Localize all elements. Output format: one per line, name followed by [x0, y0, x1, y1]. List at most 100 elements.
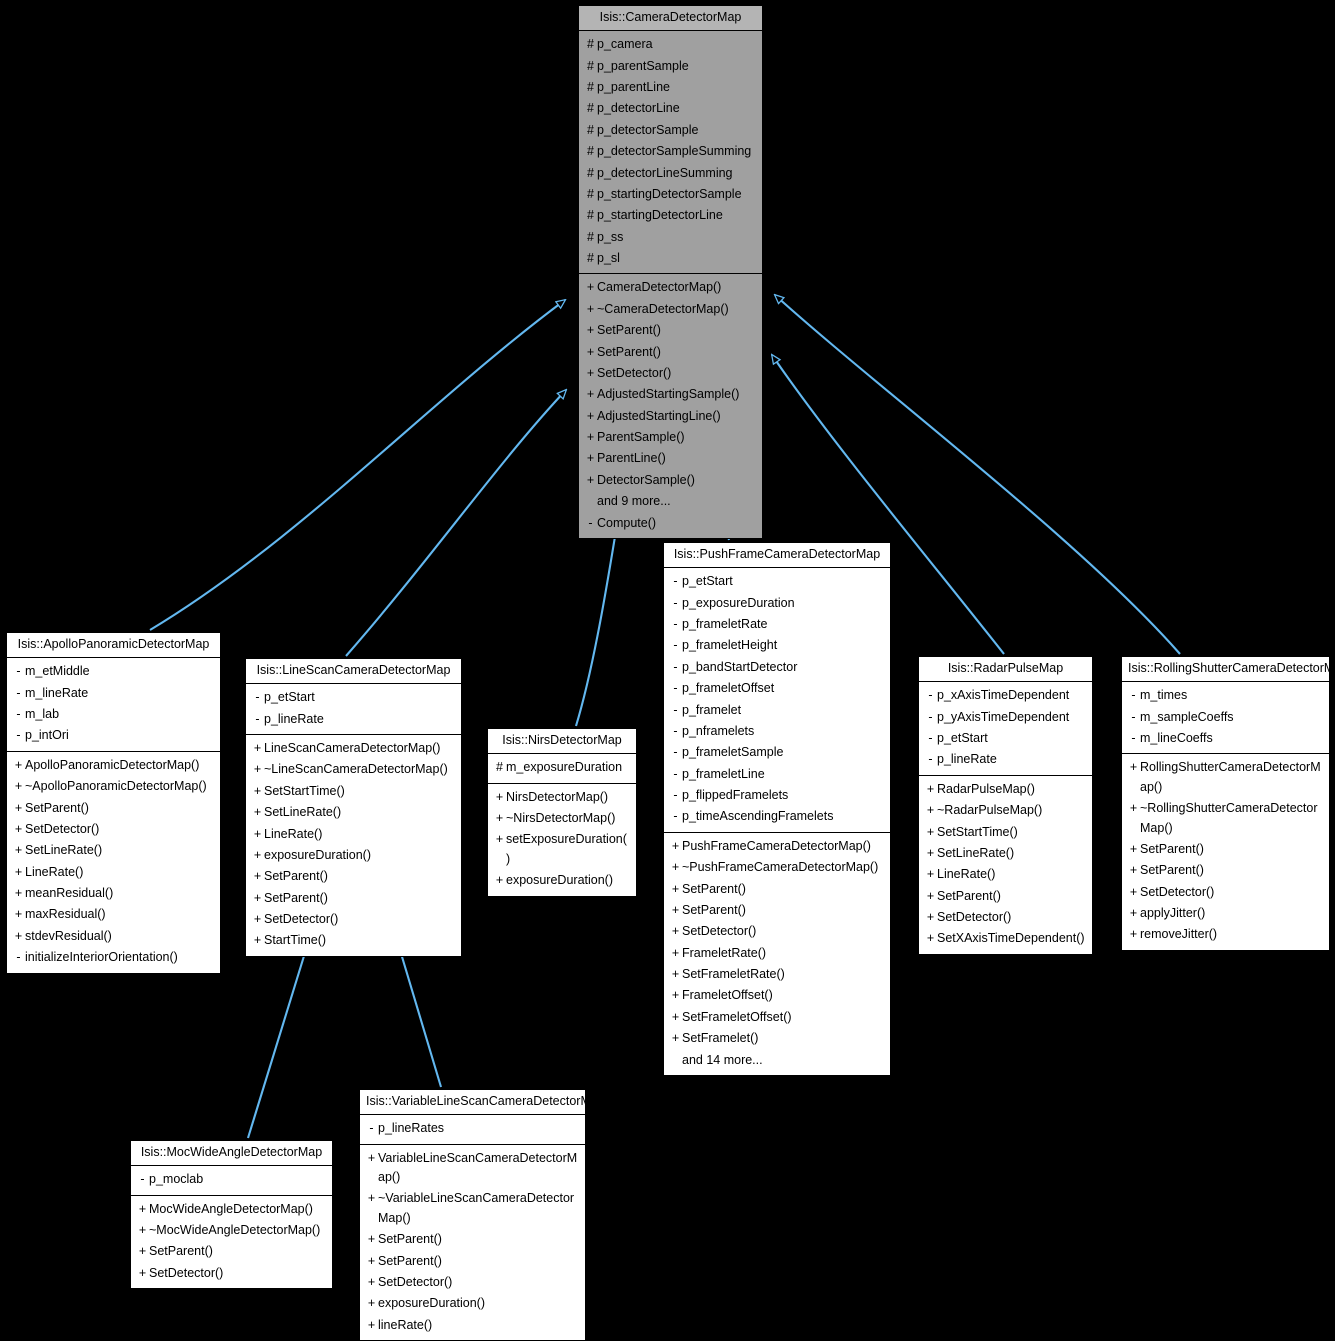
- method-name: ApolloPanoramicDetectorMap(): [25, 757, 200, 772]
- class-method-row: + CameraDetectorMap(): [579, 277, 762, 298]
- class-attributes-section: - m_times - m_sampleCoeffs - m_lineCoeffs: [1122, 682, 1329, 755]
- class-title[interactable]: Isis::ApolloPanoramicDetectorMap: [7, 633, 220, 659]
- class-attribute-row: - m_times: [1122, 685, 1329, 706]
- uml-class-radar-pulse-map[interactable]: Isis::RadarPulseMap - p_xAxisTimeDependent…: [918, 656, 1093, 955]
- class-method-row: + LineRate(): [246, 824, 461, 845]
- attribute-name: p_detectorSample: [597, 122, 699, 137]
- visibility-marker: -: [16, 707, 21, 721]
- method-name: MocWideAngleDetectorMap(): [149, 1201, 313, 1216]
- class-attribute-row: - p_etStart: [246, 687, 461, 708]
- class-methods-section: + MocWideAngleDetectorMap() + ~MocWideAngle…: [131, 1196, 332, 1289]
- attribute-name: p_detectorLine: [597, 101, 680, 116]
- class-title[interactable]: Isis::NirsDetectorMap: [488, 729, 636, 755]
- uml-class-variable-line-scan-camera-detector-map[interactable]: Isis::VariableLineScanCameraDetectorMap -…: [359, 1089, 605, 1341]
- visibility-marker: +: [138, 1265, 147, 1280]
- visibility-marker: #: [587, 208, 594, 223]
- class-methods-section: + ApolloPanoramicDetectorMap() + ~ApolloPan…: [7, 752, 220, 973]
- visibility-marker: +: [1129, 927, 1138, 942]
- visibility-marker: +: [138, 1223, 147, 1237]
- method-name: ~MocWideAngleDetectorMap(): [149, 1223, 321, 1237]
- visibility-marker: -: [16, 728, 21, 743]
- class-title[interactable]: Isis::LineScanCameraDetectorMap: [246, 659, 461, 685]
- visibility-marker: -: [673, 574, 678, 589]
- class-attribute-row: - p_lineRate: [246, 709, 461, 730]
- class-method-row: + StartTime(): [246, 930, 461, 951]
- method-name: AdjustedStartingLine(): [597, 408, 721, 423]
- attribute-name: m_exposureDuration: [506, 760, 623, 775]
- class-method-row: + ParentLine(): [579, 448, 762, 469]
- class-title[interactable]: Isis::RadarPulseMap: [919, 657, 1092, 683]
- visibility-marker: -: [673, 723, 678, 738]
- class-methods-section: + VariableLineScanCameraDetectorMap() + ~Va…: [360, 1145, 585, 1340]
- class-method-row: + lineRate(): [360, 1315, 585, 1336]
- class-title[interactable]: Isis::MocWideAngleDetectorMap: [131, 1141, 332, 1167]
- visibility-marker: #: [587, 144, 594, 159]
- class-title[interactable]: Isis::CameraDetectorMap: [579, 6, 762, 32]
- class-method-row: + SetLineRate(): [246, 802, 461, 823]
- uml-class-nirs-detector-map[interactable]: Isis::NirsDetectorMap # m_exposureDuration…: [487, 728, 637, 897]
- visibility-marker: +: [14, 757, 23, 772]
- class-title[interactable]: Isis::VariableLineScanCameraDetectorMap: [360, 1090, 605, 1116]
- class-methods-section: + CameraDetectorMap() + ~CameraDetectorMap(…: [579, 274, 762, 538]
- attribute-name: p_lineRate: [937, 752, 997, 767]
- class-attribute-row: - p_lineRate: [919, 749, 1092, 770]
- uml-class-camera-detector-map[interactable]: Isis::CameraDetectorMap # p_camera # p_paren…: [578, 5, 763, 539]
- visibility-marker: +: [253, 783, 262, 798]
- class-method-row: + RadarPulseMap(): [919, 779, 1092, 800]
- method-name: AdjustedStartingSample(): [597, 387, 740, 402]
- class-method-row: + ~RadarPulseMap(): [919, 800, 1092, 821]
- method-name: stdevResidual(): [25, 928, 112, 943]
- visibility-marker: +: [671, 860, 680, 875]
- class-method-row: + ~MocWideAngleDetectorMap(): [131, 1220, 332, 1241]
- class-attribute-row: - p_frameletLine: [664, 764, 890, 785]
- method-name: ~LineScanCameraDetectorMap(): [264, 762, 448, 777]
- class-method-row: + FrameletRate(): [664, 943, 890, 964]
- attribute-name: m_lineRate: [25, 685, 89, 700]
- class-method-row: + ParentSample(): [579, 427, 762, 448]
- class-attribute-row: - m_lineRate: [7, 683, 220, 704]
- visibility-marker: #: [587, 251, 594, 265]
- attribute-name: m_times: [1140, 688, 1188, 703]
- class-attribute-row: - p_etStart: [664, 571, 890, 592]
- attribute-name: p_frameletHeight: [682, 638, 778, 653]
- class-title[interactable]: Isis::RollingShutterCameraDetectorMap: [1122, 657, 1335, 683]
- class-title[interactable]: Isis::PushFrameCameraDetectorMap: [664, 543, 890, 569]
- attribute-name: p_lineRates: [378, 1121, 445, 1136]
- class-method-row: + ~PushFrameCameraDetectorMap(): [664, 857, 890, 878]
- class-method-row: + SetParent(): [7, 798, 220, 819]
- class-method-row: - Compute(): [579, 513, 762, 534]
- uml-class-push-frame-camera-detector-map[interactable]: Isis::PushFrameCameraDetectorMap - p_etSta…: [663, 542, 891, 1076]
- visibility-marker: +: [253, 890, 262, 905]
- visibility-marker: +: [926, 910, 935, 924]
- class-method-row: + PushFrameCameraDetectorMap(): [664, 836, 890, 857]
- visibility-marker: +: [586, 451, 595, 466]
- method-name: NirsDetectorMap(): [506, 789, 609, 804]
- attribute-name: p_frameletRate: [682, 617, 768, 631]
- visibility-marker: -: [673, 809, 678, 824]
- class-method-row: + SetStartTime(): [246, 781, 461, 802]
- class-attribute-row: - p_framelet: [664, 700, 890, 721]
- attribute-name: p_nframelets: [682, 723, 755, 738]
- class-method-row: + SetDetector(): [246, 909, 461, 930]
- uml-class-moc-wide-angle-detector-map[interactable]: Isis::MocWideAngleDetectorMap - p_moclab + M…: [130, 1140, 333, 1290]
- uml-class-apollo-panoramic-detector-map[interactable]: Isis::ApolloPanoramicDetectorMap - m_etMid…: [6, 632, 221, 974]
- method-name: and 14 more...: [682, 1052, 763, 1067]
- class-method-row: + LineScanCameraDetectorMap(): [246, 738, 461, 759]
- visibility-marker: -: [928, 731, 933, 745]
- method-name: ~VariableLineScanCameraDetectorMap(): [378, 1191, 575, 1225]
- class-method-row: + ~LineScanCameraDetectorMap(): [246, 759, 461, 780]
- method-name: SetLineRate(): [937, 845, 1015, 860]
- attribute-name: p_frameletLine: [682, 766, 765, 781]
- method-name: ~NirsDetectorMap(): [506, 811, 616, 825]
- uml-class-line-scan-camera-detector-map[interactable]: Isis::LineScanCameraDetectorMap - p_etStar…: [245, 658, 462, 957]
- class-attribute-row: # p_camera: [579, 34, 762, 55]
- visibility-marker: -: [588, 515, 593, 530]
- uml-class-rolling-shutter-camera-detector-map[interactable]: Isis::RollingShutterCameraDetectorMap - m_…: [1121, 656, 1335, 951]
- visibility-marker: +: [1129, 841, 1138, 856]
- class-attribute-row: - p_nframelets: [664, 721, 890, 742]
- method-name: ~ApolloPanoramicDetectorMap(): [25, 779, 207, 794]
- visibility-marker: +: [367, 1191, 376, 1206]
- visibility-marker: -: [673, 788, 678, 802]
- attribute-name: p_startingDetectorSample: [597, 186, 742, 201]
- class-attribute-row: # p_ss: [579, 227, 762, 248]
